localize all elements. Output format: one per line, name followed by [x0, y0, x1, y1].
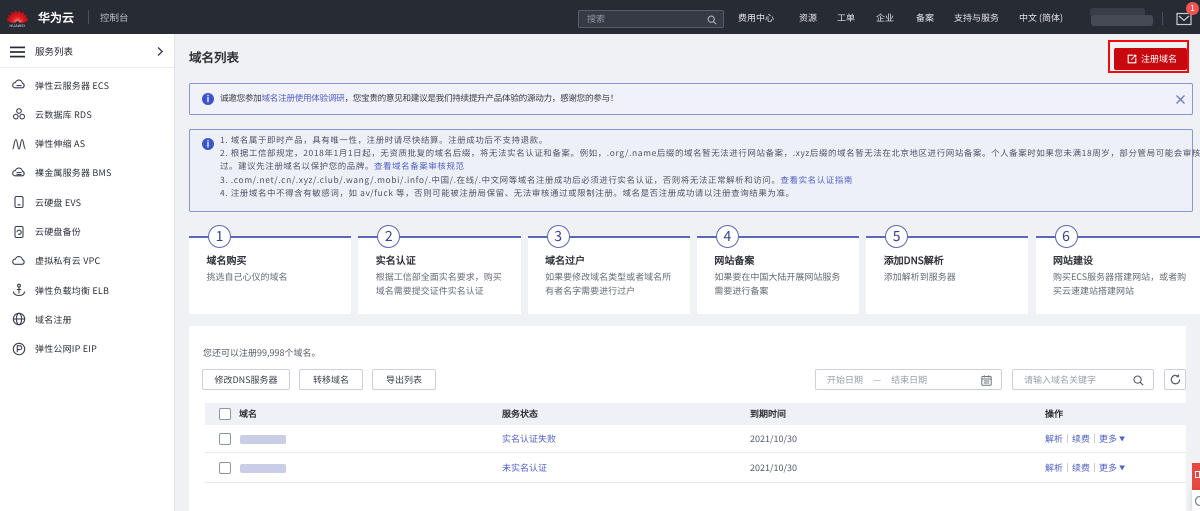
svg-text:HUAWEI: HUAWEI: [10, 24, 26, 28]
